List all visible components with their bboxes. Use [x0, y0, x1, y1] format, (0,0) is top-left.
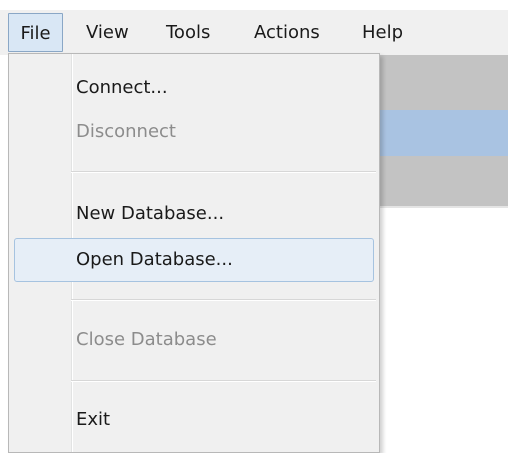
- menu-item-label: Connect...: [76, 77, 168, 98]
- menu-item-exit[interactable]: Exit: [14, 398, 374, 442]
- menu-item-new-database[interactable]: New Database...: [14, 192, 374, 236]
- menu-item-label: Open Database...: [76, 249, 233, 270]
- menu-separator: [71, 380, 376, 382]
- menu-bar: File View Tools Actions Help: [0, 10, 508, 55]
- menu-item-label: New Database...: [76, 203, 225, 224]
- menu-item-open-database[interactable]: Open Database...: [14, 238, 374, 282]
- menu-item-label: Disconnect: [76, 121, 176, 142]
- window-top-edge: [0, 0, 508, 10]
- menu-separator: [71, 299, 376, 301]
- menu-file[interactable]: File: [8, 13, 63, 52]
- background-panel-lower: [380, 156, 508, 206]
- menu-tools[interactable]: Tools: [166, 10, 210, 55]
- file-dropdown-menu: Connect... Disconnect New Database... Op…: [8, 53, 380, 453]
- menu-view[interactable]: View: [86, 10, 129, 55]
- menu-item-label: Close Database: [76, 329, 217, 350]
- background-panel-edge: [380, 206, 508, 208]
- menu-separator: [71, 171, 376, 173]
- menu-help[interactable]: Help: [362, 10, 403, 55]
- menu-item-disconnect: Disconnect: [14, 110, 374, 154]
- background-panel: [380, 55, 508, 110]
- background-selected-row: [380, 110, 508, 156]
- menu-item-connect[interactable]: Connect...: [14, 66, 374, 110]
- menu-item-close-database: Close Database: [14, 318, 374, 362]
- menu-actions[interactable]: Actions: [254, 10, 320, 55]
- menu-item-label: Exit: [76, 409, 111, 430]
